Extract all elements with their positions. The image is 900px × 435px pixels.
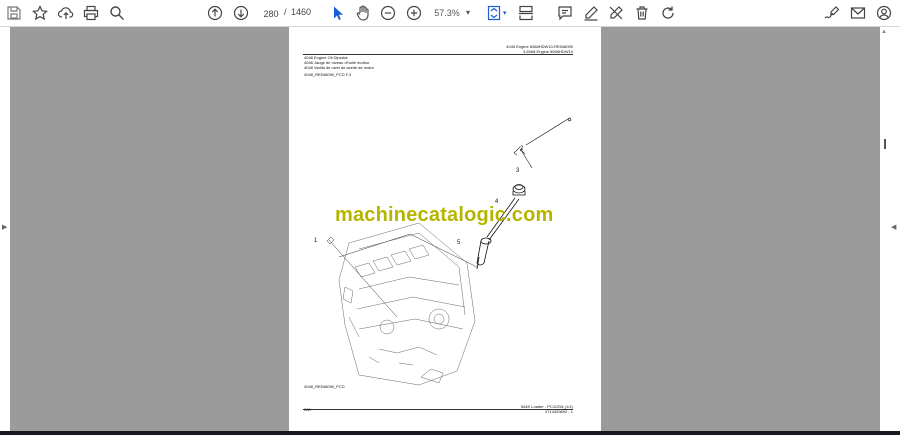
fit-dropdown-icon[interactable]: ▾ — [503, 9, 507, 17]
page-up-icon[interactable] — [205, 3, 225, 23]
page-down-icon[interactable] — [231, 3, 251, 23]
hand-tool-icon[interactable] — [353, 3, 373, 23]
comment-icon[interactable] — [555, 3, 575, 23]
sign-icon[interactable] — [822, 3, 842, 23]
footer-right: 544K Loader - PC11254 (1/1) 4714420692 -… — [521, 404, 573, 414]
document-viewer[interactable]: ▶ ◀ ▲ 4045 Engine 6068HDW10-RE548090 3-6… — [0, 27, 900, 431]
callout-1: 1 — [314, 238, 318, 244]
exploded-parts-diagram — [326, 117, 572, 386]
page-number-input[interactable] — [257, 6, 285, 22]
select-cursor-icon[interactable] — [328, 3, 348, 23]
email-icon[interactable] — [848, 3, 868, 23]
scroll-mode-icon[interactable] — [516, 3, 536, 23]
page-separator: / — [284, 7, 287, 17]
left-panel-rail[interactable]: ▶ — [0, 27, 10, 431]
zoom-caret-icon[interactable]: ▾ — [466, 8, 470, 17]
right-panel-rail[interactable]: ◀ — [880, 27, 900, 431]
zoom-level[interactable]: 57.3% — [428, 6, 466, 20]
zoom-in-icon[interactable] — [404, 3, 424, 23]
rotate-icon[interactable] — [658, 3, 678, 23]
scrollbar-thumb[interactable] — [884, 139, 886, 149]
footer-page-number: 280 — [304, 407, 311, 412]
callout-5: 5 — [457, 240, 461, 246]
highlight-pen-icon[interactable] — [581, 3, 601, 23]
fit-page-icon[interactable] — [484, 3, 504, 23]
print-icon[interactable] — [81, 3, 101, 23]
callout-3: 3 — [516, 168, 520, 174]
zoom-out-icon[interactable] — [378, 3, 398, 23]
taskbar-strip — [0, 431, 900, 435]
pdf-page: 4045 Engine 6068HDW10-RE548090 3-6068 En… — [289, 27, 601, 431]
footer-right-line-2: 4714420692 - 1 — [544, 409, 573, 414]
account-icon[interactable] — [874, 3, 894, 23]
save-icon[interactable] — [4, 3, 24, 23]
toolbar: / 1460 57.3% ▾ ▾ — [0, 0, 900, 27]
delete-icon[interactable] — [632, 3, 652, 23]
watermark: machinecatalogic.com — [335, 204, 554, 226]
bookmark-star-icon[interactable] — [30, 3, 50, 23]
erase-pen-icon[interactable] — [606, 3, 626, 23]
figure-label: 4048_RE548090_PCD — [304, 384, 345, 389]
upload-cloud-icon[interactable] — [56, 3, 76, 23]
zoom-find-icon[interactable] — [107, 3, 127, 23]
callout-2: 2 — [520, 146, 524, 152]
expand-left-panel-icon[interactable]: ▶ — [2, 223, 7, 231]
expand-right-panel-icon[interactable]: ◀ — [891, 223, 896, 231]
page-total: 1460 — [291, 7, 312, 17]
scroll-up-arrow-icon[interactable]: ▲ — [881, 29, 887, 35]
